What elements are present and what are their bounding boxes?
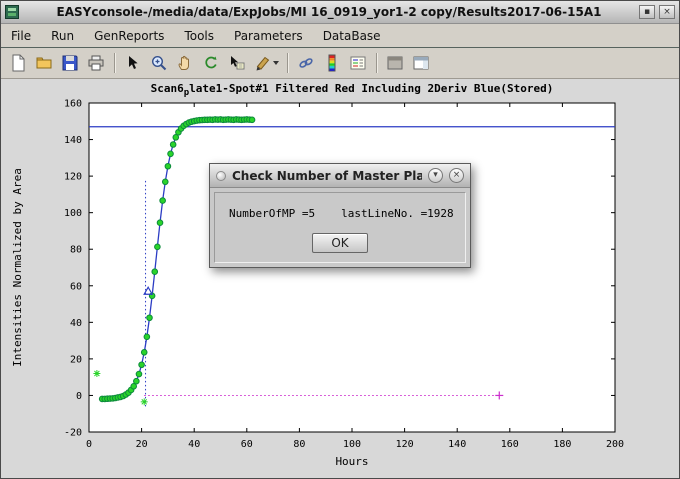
menu-parameters[interactable]: Parameters	[233, 27, 304, 45]
brush-icon	[254, 54, 272, 72]
zoom-in-button[interactable]	[147, 51, 171, 75]
legend-icon	[349, 54, 367, 72]
x-tick-label: 140	[448, 439, 466, 450]
rotate-3d-button[interactable]	[199, 51, 223, 75]
chart-title: Scan6plate1-Spot#1 Filtered Red Includin…	[151, 82, 554, 98]
x-tick-label: 60	[241, 439, 253, 450]
printer-icon	[87, 54, 105, 72]
x-tick-label: 120	[396, 439, 414, 450]
dialog-close-button[interactable]: ×	[449, 168, 464, 183]
x-tick-label: 40	[188, 439, 200, 450]
menu-database[interactable]: DataBase	[322, 27, 382, 45]
title-bar[interactable]: EASYconsole-/media/data/ExpJobs/MI 16_09…	[1, 1, 679, 24]
x-axis-label: Hours	[335, 455, 368, 468]
arrow-cursor-icon	[124, 54, 142, 72]
x-tick-label: 20	[136, 439, 148, 450]
colorbar-icon	[323, 54, 341, 72]
y-tick-label: 80	[70, 245, 82, 256]
save-figure-button[interactable]	[58, 51, 82, 75]
dropdown-caret-icon	[273, 61, 279, 65]
window-panel-icon	[412, 54, 430, 72]
dialog-title-bar[interactable]: Check Number of Master Pla... ▾ ×	[210, 164, 470, 188]
new-figure-icon	[9, 54, 27, 72]
dialog-message-lastlineno: lastLineNo. =1928	[341, 207, 454, 220]
link-plots-button[interactable]	[294, 51, 318, 75]
menu-genreports[interactable]: GenReports	[93, 27, 165, 45]
x-tick-label: 160	[501, 439, 519, 450]
x-tick-label: 100	[343, 439, 361, 450]
magnifier-plus-icon	[150, 54, 168, 72]
dialog-message: NumberOfMP =5 lastLineNo. =1928	[229, 207, 451, 220]
open-folder-icon	[35, 54, 53, 72]
rotate-arrow-icon	[202, 54, 220, 72]
brush-button[interactable]	[251, 51, 281, 75]
menu-file[interactable]: File	[10, 27, 32, 45]
insert-colorbar-button[interactable]	[320, 51, 344, 75]
check-master-plates-dialog: Check Number of Master Pla... ▾ × Number…	[209, 163, 471, 268]
dialog-icon	[216, 171, 226, 181]
print-figure-button[interactable]	[84, 51, 108, 75]
y-tick-label: 140	[64, 135, 82, 146]
ok-button[interactable]: OK	[312, 233, 367, 253]
figure-toolbar	[1, 48, 679, 79]
toolbar-separator	[376, 53, 377, 73]
y-tick-label: 100	[64, 208, 82, 219]
app-icon	[5, 5, 19, 19]
x-tick-label: 180	[553, 439, 571, 450]
menu-tools[interactable]: Tools	[183, 27, 215, 45]
dialog-body: NumberOfMP =5 lastLineNo. =1928 OK	[214, 192, 466, 263]
close-button[interactable]: ×	[659, 5, 675, 19]
x-tick-label: 200	[606, 439, 624, 450]
x-tick-label: 0	[86, 439, 92, 450]
hand-icon	[176, 54, 194, 72]
y-tick-label: 0	[76, 391, 82, 402]
data-cursor-button[interactable]	[225, 51, 249, 75]
y-tick-label: -20	[64, 428, 82, 439]
y-tick-label: 160	[64, 99, 82, 110]
window-gray-icon	[386, 54, 404, 72]
shade-button[interactable]: ▪	[639, 5, 655, 19]
toolbar-separator	[114, 53, 115, 73]
chain-link-icon	[297, 54, 315, 72]
y-tick-label: 60	[70, 281, 82, 292]
y-tick-label: 120	[64, 172, 82, 183]
chart-canvas: 0 20 40 60 80 100 120 140 160 180 200 -20 0 20 40 60 80 1…	[1, 79, 679, 478]
show-plot-tools-button[interactable]	[409, 51, 433, 75]
new-figure-button[interactable]	[6, 51, 30, 75]
pan-button[interactable]	[173, 51, 197, 75]
insert-legend-button[interactable]	[346, 51, 370, 75]
window-title: EASYconsole-/media/data/ExpJobs/MI 16_09…	[23, 5, 635, 19]
x-tick-label: 80	[293, 439, 305, 450]
data-cursor-icon	[228, 54, 246, 72]
y-tick-label: 20	[70, 354, 82, 365]
edit-plot-button[interactable]	[121, 51, 145, 75]
dialog-message-numberofmp: NumberOfMP =5	[229, 207, 315, 220]
figure-area: 0 20 40 60 80 100 120 140 160 180 200 -20 0 20 40 60 80 1…	[1, 79, 679, 478]
floppy-save-icon	[61, 54, 79, 72]
dialog-minimize-button[interactable]: ▾	[428, 168, 443, 183]
y-axis-label: Intensities Normalized by Area	[11, 168, 24, 367]
y-tick-label: 40	[70, 318, 82, 329]
menu-run[interactable]: Run	[50, 27, 75, 45]
menu-bar: File Run GenReports Tools Parameters DataBase	[1, 24, 679, 48]
open-file-button[interactable]	[32, 51, 56, 75]
app-window: EASYconsole-/media/data/ExpJobs/MI 16_09…	[0, 0, 680, 479]
dialog-title: Check Number of Master Pla...	[232, 169, 422, 183]
toolbar-separator	[287, 53, 288, 73]
hide-plot-tools-button[interactable]	[383, 51, 407, 75]
